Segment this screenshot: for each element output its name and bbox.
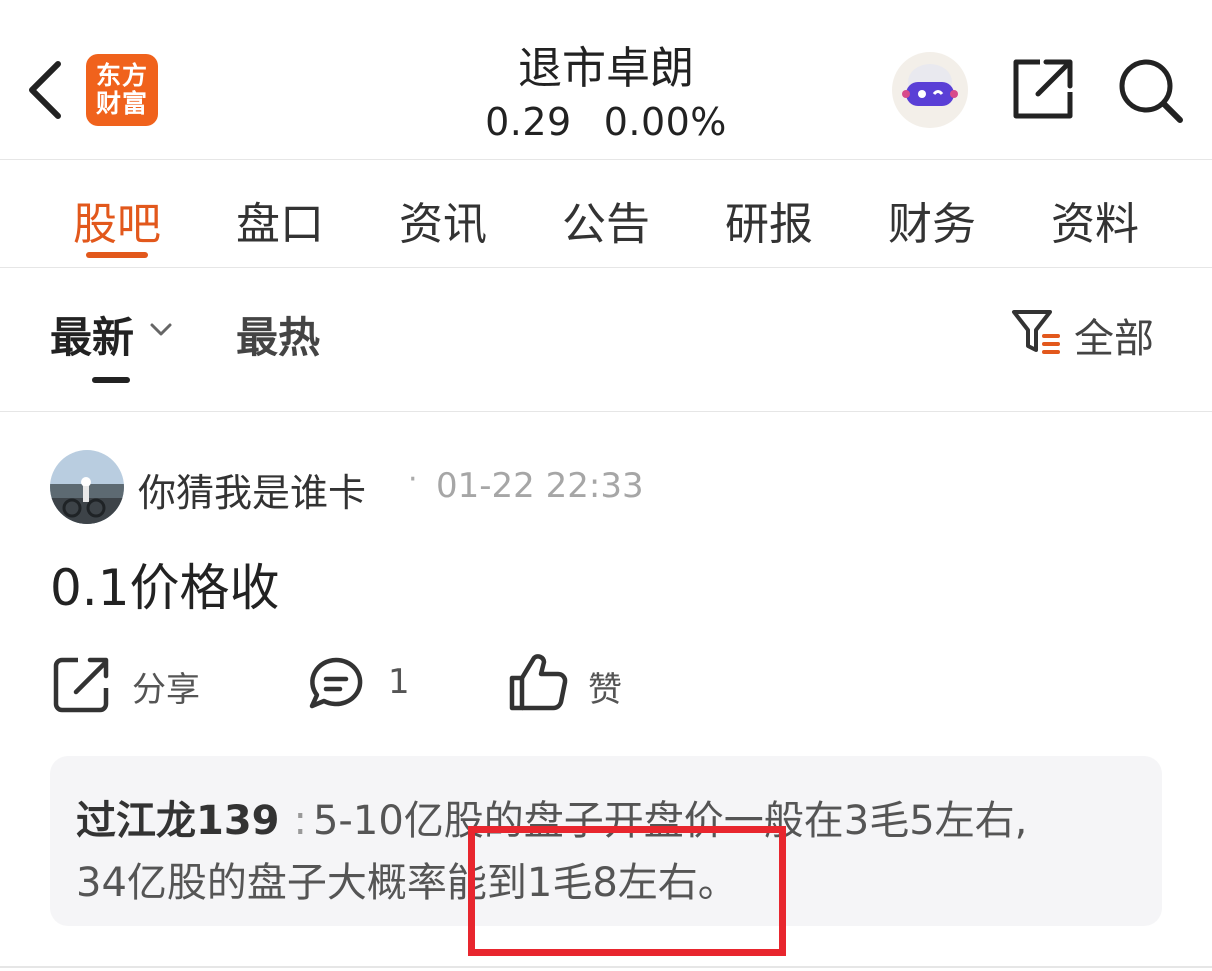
ai-assistant-icon[interactable] xyxy=(892,52,968,128)
sort-newest[interactable]: 最新 xyxy=(50,304,134,365)
header-divider xyxy=(0,159,1212,160)
sort-hottest[interactable]: 最热 xyxy=(236,304,320,365)
comment-author[interactable]: 过江龙139 xyxy=(76,798,280,844)
back-arrow-icon[interactable] xyxy=(22,58,68,122)
meta-separator: · xyxy=(408,462,418,497)
filter-icon[interactable] xyxy=(1010,306,1064,358)
logo-line-2: 财富 xyxy=(95,89,148,118)
stock-change: 0.00% xyxy=(603,100,727,144)
tab-announcements[interactable]: 公告 xyxy=(546,188,666,252)
share-label[interactable]: 分享 xyxy=(132,662,200,711)
stock-price: 0.29 xyxy=(485,100,572,144)
tab-order-book[interactable]: 盘口 xyxy=(220,188,340,252)
comment-colon: : xyxy=(293,798,307,844)
share-icon[interactable] xyxy=(52,654,112,714)
tab-profile[interactable]: 资料 xyxy=(1035,188,1155,252)
thumbs-up-icon[interactable] xyxy=(508,652,570,714)
like-label[interactable]: 赞 xyxy=(588,662,622,711)
stock-quote: 0.29 0.00% xyxy=(406,100,806,144)
tabs-divider xyxy=(0,267,1212,268)
stock-title: 退市卓朗 xyxy=(518,43,694,94)
active-tab-indicator xyxy=(86,252,148,258)
logo-line-1: 东方 xyxy=(95,61,148,90)
tab-guba[interactable]: 股吧 xyxy=(57,188,177,252)
comment-icon[interactable] xyxy=(306,654,366,714)
tab-news[interactable]: 资讯 xyxy=(383,188,503,252)
sort-active-indicator xyxy=(92,377,130,383)
filter-all-label[interactable]: 全部 xyxy=(1074,306,1154,364)
bottom-divider xyxy=(0,966,1212,968)
post-time: 01-22 22:33 xyxy=(436,466,644,506)
tab-bar: 股吧 盘口 资讯 公告 研报 财务 资料 xyxy=(0,162,1212,267)
avatar[interactable] xyxy=(50,450,124,524)
tab-research[interactable]: 研报 xyxy=(709,188,829,252)
tab-finance[interactable]: 财务 xyxy=(872,188,992,252)
post-author[interactable]: 你猜我是谁卡 xyxy=(138,462,366,517)
sort-divider xyxy=(0,411,1212,412)
search-icon[interactable] xyxy=(1116,56,1184,124)
red-highlight-box xyxy=(468,826,786,956)
share-external-icon[interactable] xyxy=(1010,56,1076,122)
post-content[interactable]: 0.1价格收 xyxy=(50,548,280,620)
eastmoney-logo: 东方 财富 xyxy=(86,54,158,126)
chevron-down-icon[interactable] xyxy=(148,320,174,340)
comment-count[interactable]: 1 xyxy=(388,662,410,702)
